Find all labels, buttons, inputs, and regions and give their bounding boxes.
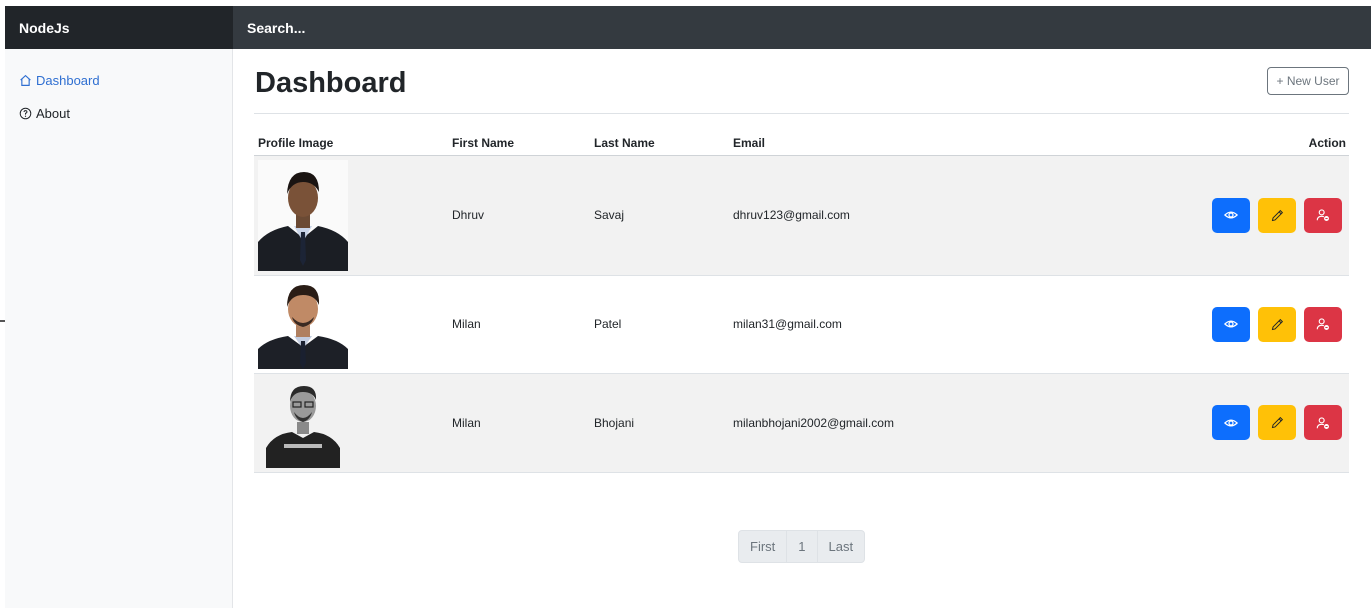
pagination-last[interactable]: Last <box>818 531 865 562</box>
main-content: Dashboard + New User Profile Image First… <box>254 49 1349 608</box>
pagination-page-1[interactable]: 1 <box>787 531 818 562</box>
profile-cell <box>254 275 448 374</box>
eye-icon <box>1224 419 1238 426</box>
delete-button[interactable] <box>1304 306 1342 342</box>
action-cell <box>1066 373 1349 473</box>
column-header: Email <box>729 131 1067 156</box>
pencil-icon <box>1271 416 1283 429</box>
column-header: Profile Image <box>254 131 448 156</box>
last-name-cell: Bhojani <box>590 373 729 473</box>
pencil-icon <box>1271 209 1283 221</box>
action-cell <box>1066 155 1349 276</box>
home-icon <box>19 74 32 87</box>
table-row: Dhruv Savaj dhruv123@gmail.com <box>254 155 1349 276</box>
first-name-cell: Milan <box>448 373 590 473</box>
edit-button[interactable] <box>1258 197 1296 233</box>
table-row: Milan Bhojani milanbhojani2002@gmail.com <box>254 373 1349 473</box>
sidebar-item-label: About <box>36 106 70 121</box>
sidebar-item-dashboard[interactable]: Dashboard <box>19 73 100 88</box>
first-name-cell: Milan <box>448 275 590 374</box>
page-title: Dashboard <box>255 67 407 99</box>
question-circle-icon <box>19 107 32 120</box>
email-cell: dhruv123@gmail.com <box>729 155 1067 276</box>
profile-image <box>258 279 348 369</box>
top-navbar: NodeJs Search... <box>5 6 1371 49</box>
column-header: Action <box>1066 131 1349 156</box>
profile-cell <box>254 373 448 473</box>
email-cell: milanbhojani2002@gmail.com <box>729 373 1067 473</box>
action-cell <box>1066 275 1349 374</box>
eye-icon <box>1224 320 1238 328</box>
pagination-first[interactable]: First <box>739 531 788 562</box>
view-button[interactable] <box>1212 197 1250 233</box>
column-header: First Name <box>448 131 590 156</box>
edit-button[interactable] <box>1258 405 1296 440</box>
table-header-row: Profile Image First Name Last Name Email… <box>254 131 1349 156</box>
pencil-icon <box>1271 318 1283 330</box>
app-window: NodeJs Search... Dashboard About Dashboa… <box>5 6 1371 608</box>
delete-button[interactable] <box>1304 405 1342 440</box>
brand-logo[interactable]: NodeJs <box>5 6 233 49</box>
table-row: Milan Patel milan31@gmail.com <box>254 275 1349 374</box>
user-remove-icon <box>1316 416 1329 429</box>
email-cell: milan31@gmail.com <box>729 275 1067 374</box>
eye-icon <box>1224 211 1238 219</box>
profile-image <box>258 159 348 271</box>
user-remove-icon <box>1316 209 1329 221</box>
sidebar-item-label: Dashboard <box>36 73 100 88</box>
edit-button[interactable] <box>1258 306 1296 342</box>
sidebar: Dashboard About <box>5 49 233 608</box>
user-remove-icon <box>1316 318 1329 330</box>
view-button[interactable] <box>1212 306 1250 342</box>
first-name-cell: Dhruv <box>448 155 590 276</box>
pagination: First 1 Last <box>738 530 866 563</box>
column-header: Last Name <box>590 131 729 156</box>
divider <box>254 113 1349 114</box>
profile-cell <box>254 155 448 276</box>
delete-button[interactable] <box>1304 197 1342 233</box>
new-user-button[interactable]: + New User <box>1267 67 1349 95</box>
last-name-cell: Savaj <box>590 155 729 276</box>
users-table: Profile Image First Name Last Name Email… <box>254 131 1349 473</box>
view-button[interactable] <box>1212 405 1250 440</box>
search-input[interactable]: Search... <box>233 6 1371 49</box>
last-name-cell: Patel <box>590 275 729 374</box>
profile-image <box>258 377 348 468</box>
sidebar-item-about[interactable]: About <box>19 106 70 121</box>
